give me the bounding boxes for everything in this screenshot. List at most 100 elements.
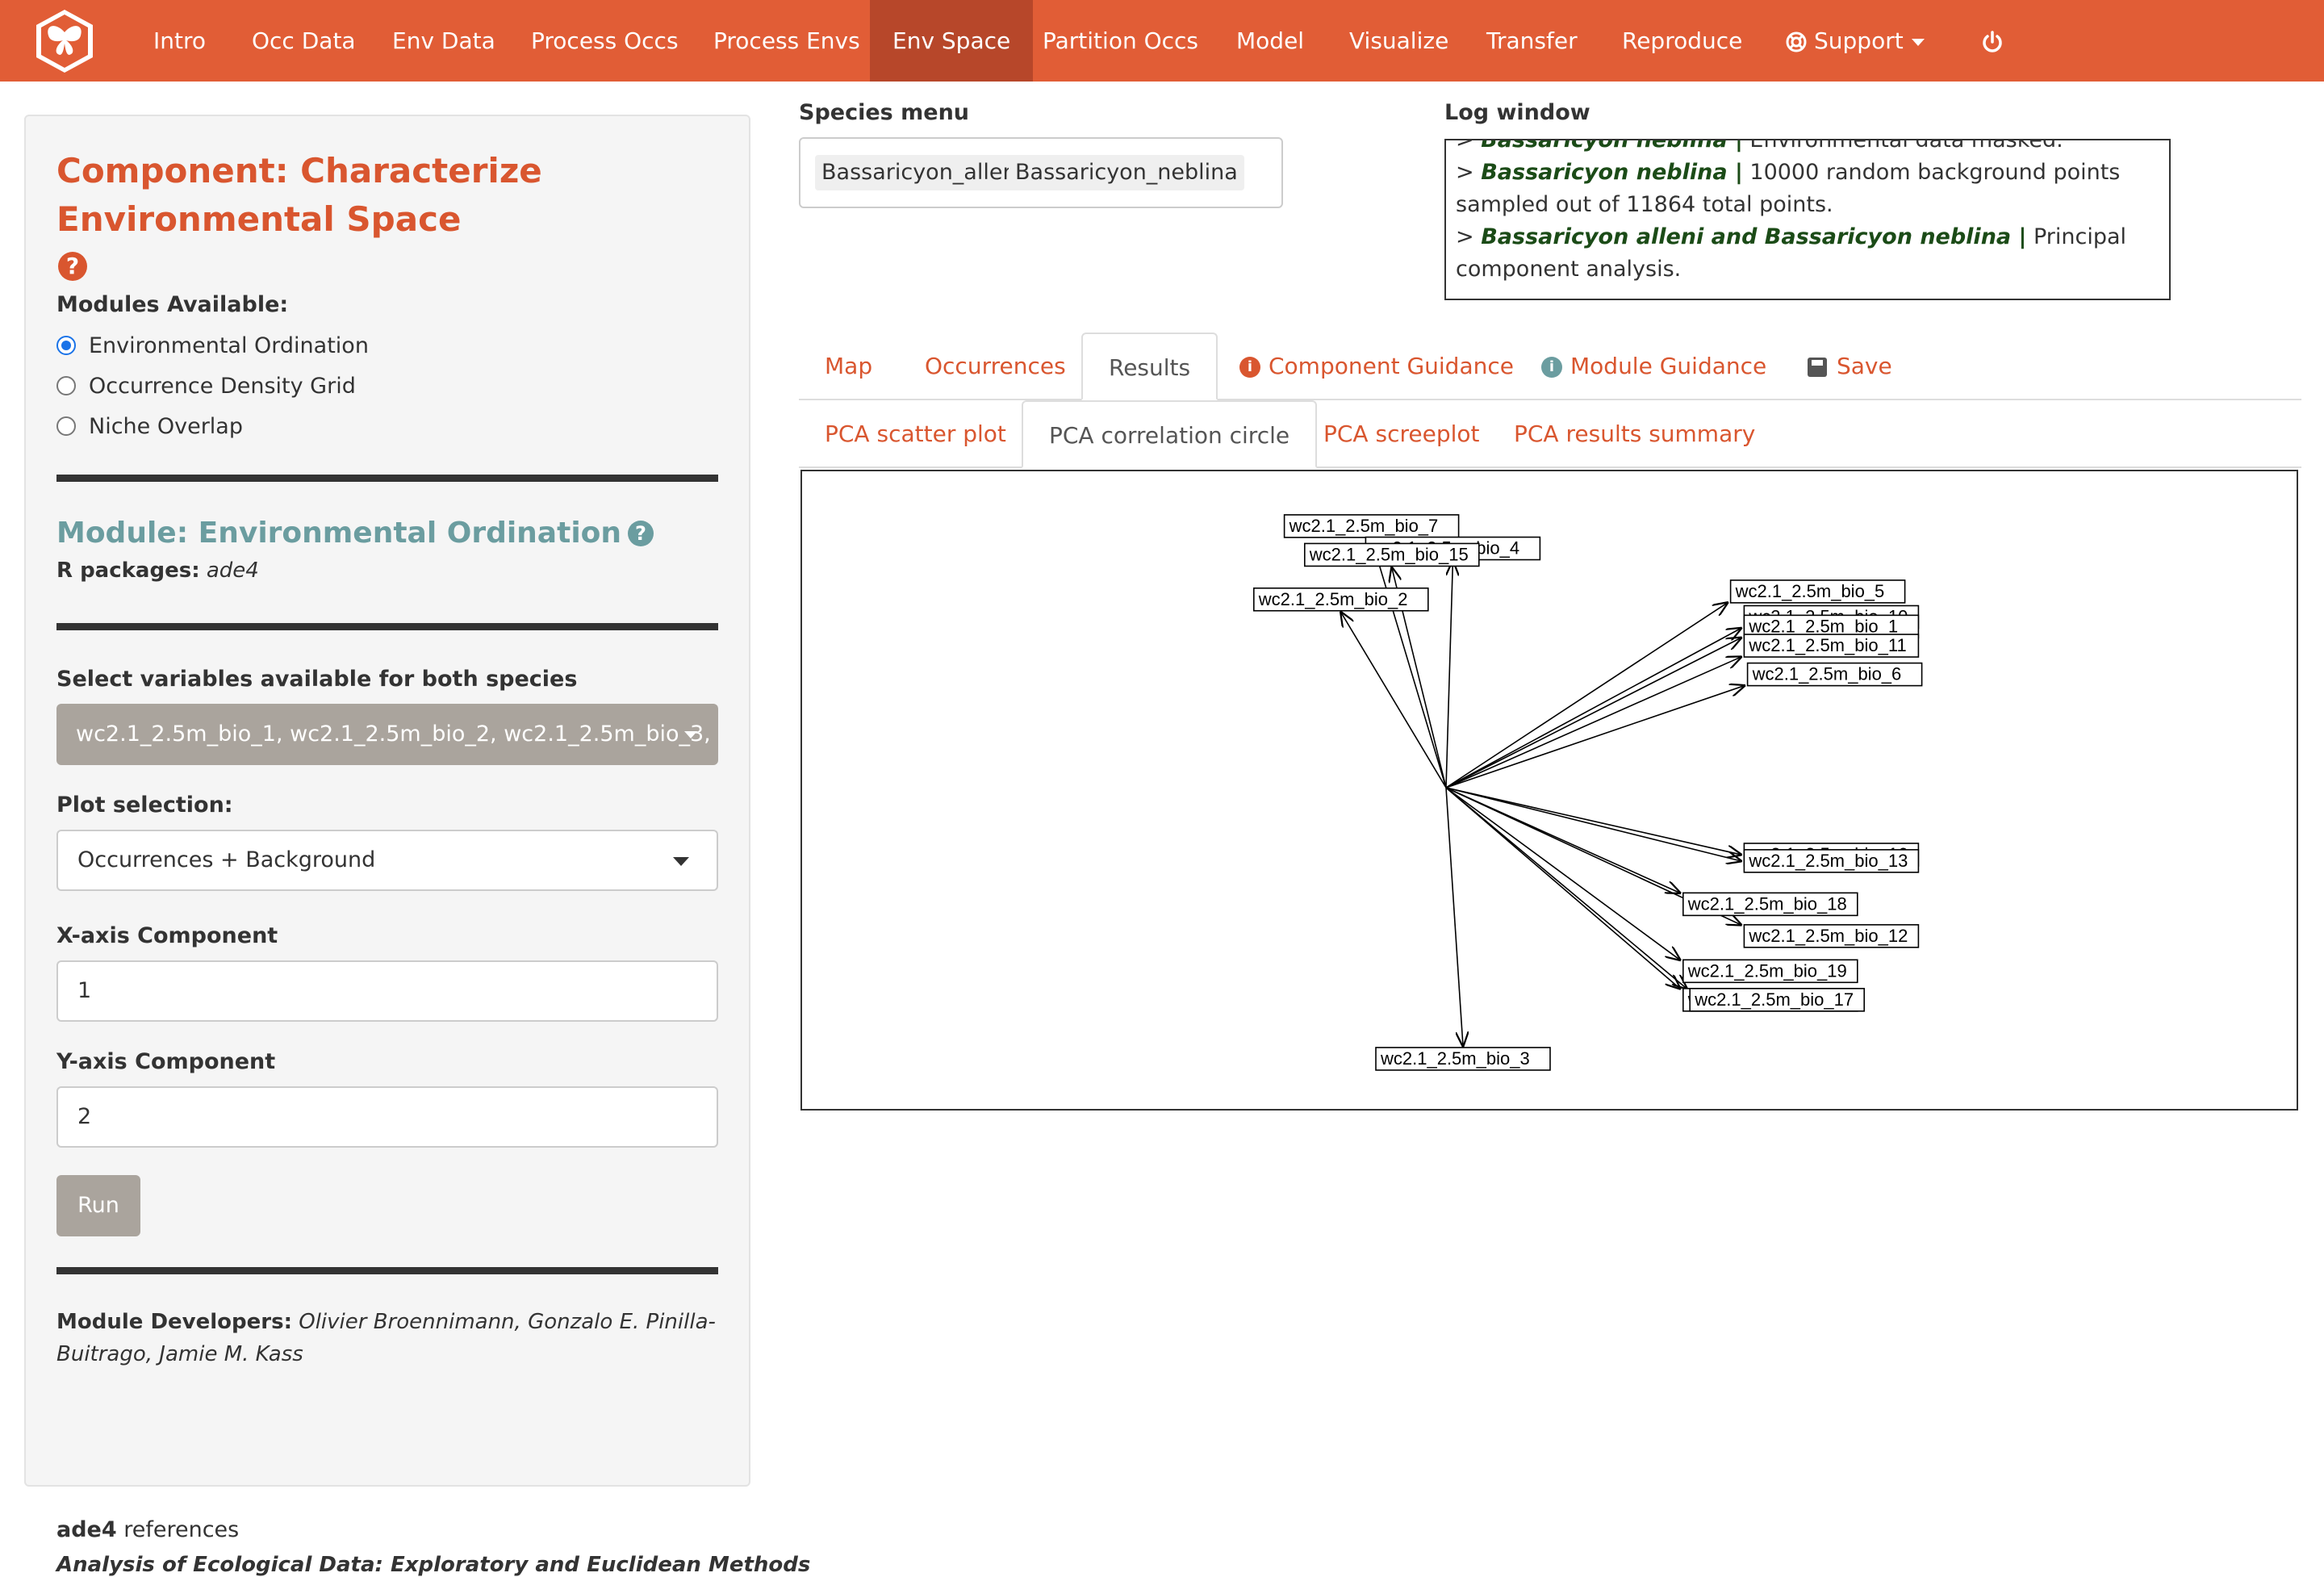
- tab-module-guidance-label: Module Guidance: [1570, 353, 1767, 379]
- nav-visualize[interactable]: Visualize: [1327, 0, 1471, 82]
- loading-arrow: [1445, 787, 1463, 1046]
- loading-arrow: [1445, 787, 1680, 960]
- subtab-pca-correlation-circle[interactable]: PCA correlation circle: [1022, 400, 1318, 468]
- loading-arrow: [1445, 629, 1741, 788]
- module-title: Module: Environmental Ordination ?: [56, 517, 654, 550]
- svg-text:wc2.1_2.5m_bio_15: wc2.1_2.5m_bio_15: [1309, 544, 1469, 564]
- main-tabs: Map Occurrences Results i Component Guida…: [799, 333, 2301, 400]
- variables-label: Select variables available for both spec…: [56, 667, 578, 692]
- module-radio-niche-overlap[interactable]: Niche Overlap: [56, 410, 243, 442]
- variables-multiselect[interactable]: wc2.1_2.5m_bio_1, wc2.1_2.5m_bio_2, wc2.…: [56, 704, 718, 765]
- loading-arrow: [1445, 603, 1728, 788]
- module-radio-label: Environmental Ordination: [89, 333, 369, 358]
- power-button[interactable]: [1958, 0, 2027, 82]
- nav-process-occs[interactable]: Process Occs: [508, 0, 701, 82]
- nav-occ-data[interactable]: Occ Data: [229, 0, 378, 82]
- nav-reproduce[interactable]: Reproduce: [1599, 0, 1765, 82]
- r-packages-value: ade4: [206, 558, 259, 583]
- svg-text:wc2.1_2.5m_bio_7: wc2.1_2.5m_bio_7: [1289, 516, 1439, 536]
- log-line: > Bassaricyon neblina | 10000 random bac…: [1456, 157, 2159, 221]
- x-axis-input[interactable]: 1: [56, 960, 718, 1022]
- species-menu-select[interactable]: Bassaricyon_alleni Bassaricyon_neblina: [799, 137, 1283, 208]
- svg-text:wc2.1_2.5m_bio_11: wc2.1_2.5m_bio_11: [1748, 635, 1906, 655]
- floppy-disk-icon: [1808, 358, 1827, 377]
- plot-selection-dropdown[interactable]: Occurrences + Background: [56, 830, 718, 891]
- loading-arrow: [1445, 638, 1741, 788]
- svg-text:wc2.1_2.5m_bio_1: wc2.1_2.5m_bio_1: [1748, 616, 1898, 636]
- r-packages-label: R packages:: [56, 558, 200, 583]
- nav-intro[interactable]: Intro: [131, 0, 228, 82]
- developers-label: Module Developers:: [56, 1310, 292, 1334]
- vector-label: wc2.1_2.5m_bio_17: [1689, 988, 1865, 1012]
- loading-arrow: [1341, 613, 1447, 788]
- svg-text:wc2.1_2.5m_bio_3: wc2.1_2.5m_bio_3: [1380, 1048, 1530, 1069]
- reference-title[interactable]: Analysis of Ecological Data: Exploratory…: [56, 1553, 810, 1577]
- svg-text:wc2.1_2.5m_bio_12: wc2.1_2.5m_bio_12: [1748, 926, 1908, 946]
- module-title-text: Module: Environmental Ordination: [56, 517, 622, 550]
- tab-occurrences[interactable]: Occurrences: [899, 333, 1092, 400]
- tab-module-guidance[interactable]: i Module Guidance: [1515, 333, 1792, 400]
- tab-component-guidance[interactable]: i Component Guidance: [1214, 333, 1540, 400]
- section-divider: [56, 623, 718, 630]
- info-icon: i: [1541, 357, 1562, 378]
- vector-label: wc2.1_2.5m_bio_5: [1729, 579, 1906, 604]
- nav-support-label: Support: [1814, 27, 1904, 54]
- nav-model[interactable]: Model: [1214, 0, 1327, 82]
- run-button[interactable]: Run: [56, 1175, 140, 1236]
- svg-text:wc2.1_2.5m_bio_6: wc2.1_2.5m_bio_6: [1752, 664, 1902, 684]
- species-chip[interactable]: Bassaricyon_neblina: [1009, 155, 1244, 190]
- variables-value: wc2.1_2.5m_bio_1, wc2.1_2.5m_bio_2, wc2.…: [76, 722, 718, 747]
- tab-save-label: Save: [1837, 353, 1892, 379]
- module-radio-environmental-ordination[interactable]: Environmental Ordination: [56, 329, 369, 362]
- species-chip[interactable]: Bassaricyon_alleni: [815, 155, 1030, 190]
- loading-arrow: [1445, 657, 1741, 788]
- wallace-logo-icon[interactable]: [34, 8, 95, 74]
- plot-selection-value: Occurrences + Background: [77, 847, 376, 872]
- radio-button[interactable]: [56, 336, 76, 355]
- module-radio-occurrence-density-grid[interactable]: Occurrence Density Grid: [56, 370, 356, 402]
- subtab-pca-results-summary[interactable]: PCA results summary: [1488, 400, 1781, 468]
- nav-process-envs[interactable]: Process Envs: [691, 0, 883, 82]
- vector-label: wc2.1_2.5m_bio_19: [1682, 959, 1858, 984]
- vector-label: wc2.1_2.5m_bio_11: [1743, 634, 1920, 658]
- chevron-down-icon: [1911, 38, 1925, 46]
- nav-support[interactable]: Support: [1762, 0, 1947, 82]
- nav-partition-occs[interactable]: Partition Occs: [1020, 0, 1221, 82]
- log-species: Bassaricyon neblina |: [1481, 160, 1743, 185]
- radio-button[interactable]: [56, 416, 76, 436]
- chevron-down-icon: [673, 857, 689, 866]
- vector-label: wc2.1_2.5m_bio_18: [1682, 892, 1858, 917]
- tab-save[interactable]: Save: [1782, 333, 1918, 400]
- module-radio-label: Occurrence Density Grid: [89, 373, 356, 399]
- svg-text:wc2.1_2.5m_bio_18: wc2.1_2.5m_bio_18: [1687, 893, 1847, 914]
- radio-button[interactable]: [56, 376, 76, 395]
- svg-text:wc2.1_2.5m_bio_13: wc2.1_2.5m_bio_13: [1748, 851, 1908, 871]
- y-axis-input[interactable]: 2: [56, 1086, 718, 1148]
- log-window[interactable]: > Bassaricyon neblina | Environmental da…: [1444, 139, 2171, 300]
- nav-env-data[interactable]: Env Data: [370, 0, 518, 82]
- species-menu-label: Species menu: [799, 100, 970, 125]
- svg-text:wc2.1_2.5m_bio_2: wc2.1_2.5m_bio_2: [1258, 589, 1408, 609]
- loading-arrow: [1445, 787, 1680, 989]
- log-species: Bassaricyon alleni and Bassaricyon nebli…: [1481, 224, 2027, 249]
- nav-env-space[interactable]: Env Space: [870, 0, 1034, 82]
- log-line: > Bassaricyon alleni and Bassaricyon neb…: [1456, 221, 2159, 286]
- subtab-pca-scatter[interactable]: PCA scatter plot: [799, 400, 1032, 468]
- svg-text:wc2.1_2.5m_bio_17: wc2.1_2.5m_bio_17: [1694, 989, 1854, 1010]
- log-species: Bassaricyon neblina |: [1481, 139, 1743, 153]
- tab-results[interactable]: Results: [1081, 333, 1218, 400]
- y-axis-label: Y-axis Component: [56, 1049, 276, 1074]
- vector-label: wc2.1_2.5m_bio_3: [1375, 1047, 1551, 1071]
- tab-map[interactable]: Map: [799, 333, 898, 400]
- module-developers: Module Developers: Olivier Broennimann, …: [56, 1306, 718, 1370]
- svg-text:wc2.1_2.5m_bio_19: wc2.1_2.5m_bio_19: [1687, 960, 1847, 981]
- subtab-pca-screeplot[interactable]: PCA screeplot: [1298, 400, 1505, 468]
- plot-selection-label: Plot selection:: [56, 793, 233, 818]
- sidebar-panel: Component: Characterize Environmental Sp…: [24, 115, 810, 1577]
- module-help-icon[interactable]: ?: [628, 520, 654, 546]
- nav-transfer[interactable]: Transfer: [1464, 0, 1600, 82]
- module-radio-label: Niche Overlap: [89, 413, 243, 439]
- references-pkg: ade4: [56, 1517, 117, 1542]
- component-help-icon[interactable]: ?: [58, 252, 87, 281]
- component-title: Component: Characterize Environmental Sp…: [56, 151, 542, 239]
